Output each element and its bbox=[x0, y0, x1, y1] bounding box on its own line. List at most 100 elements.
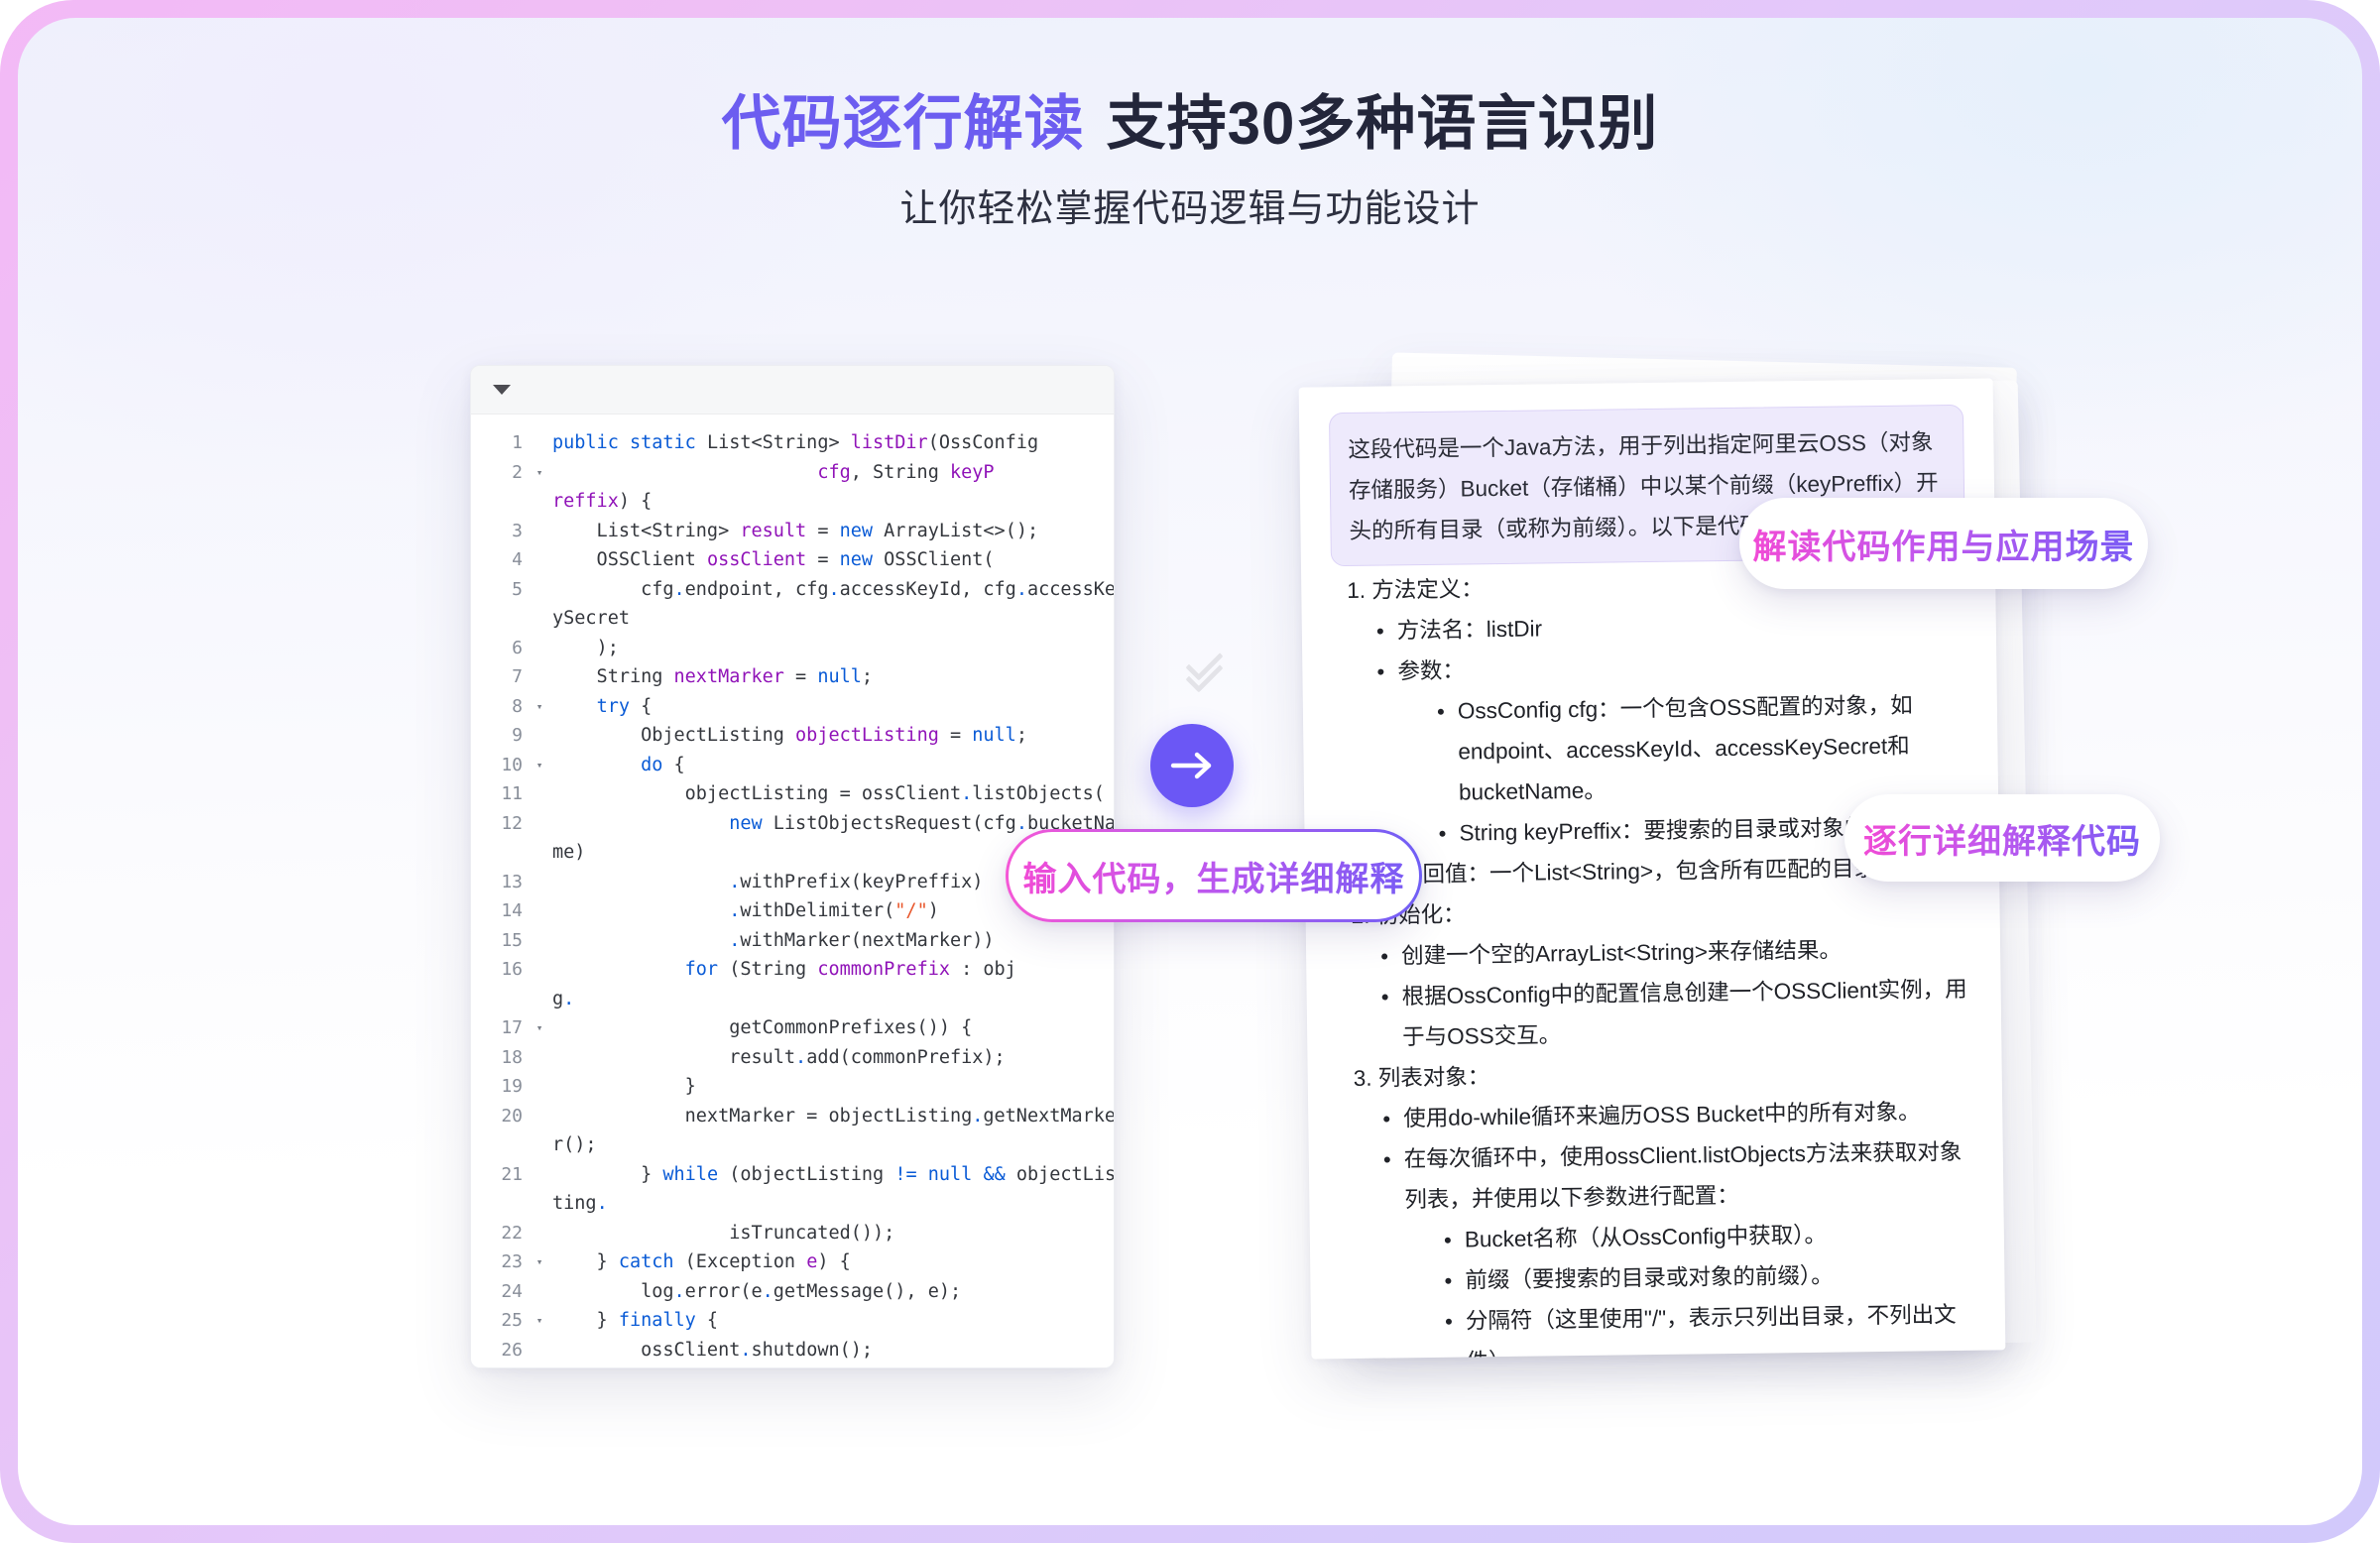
code-line-text: public static List<String> listDir(OssCo… bbox=[552, 432, 1039, 453]
code-line-text: cfg, String keyP bbox=[817, 461, 995, 483]
code-line-number: 3 bbox=[512, 520, 523, 541]
explanation-list: 使用do-while循环来遍历OSS Bucket中的所有对象。 在每次循环中，使… bbox=[1338, 1091, 1978, 1360]
code-line-number: 9 bbox=[512, 725, 523, 746]
code-line-text: isTruncated()); bbox=[552, 1222, 895, 1244]
code-line: 16 for (String commonPrefix : obj bbox=[471, 955, 1114, 985]
code-line: 23 ▾ } catch (Exception e) { bbox=[471, 1247, 1114, 1277]
code-fold-toggle-icon[interactable]: ▾ bbox=[529, 751, 550, 780]
double-chevron-down-icon bbox=[1180, 643, 1226, 693]
code-line: 12 new ListObjectsRequest(cfg.bucketNa bbox=[471, 809, 1114, 839]
code-line: 3 List<String> result = new ArrayList<>(… bbox=[471, 517, 1114, 546]
code-line-number: 5 bbox=[512, 578, 523, 600]
code-line-text: result.add(commonPrefix); bbox=[552, 1046, 1006, 1068]
code-line-text: List<String> result = new ArrayList<>(); bbox=[552, 520, 1039, 541]
code-line-number: 18 bbox=[501, 1046, 523, 1068]
code-line: g. bbox=[471, 985, 1114, 1014]
convert-arrow-button[interactable] bbox=[1150, 724, 1234, 807]
code-line-number: 7 bbox=[512, 666, 523, 687]
code-line-text: getCommonPrefixes()) { bbox=[552, 1017, 973, 1038]
code-line-text: ySecret bbox=[552, 608, 630, 629]
code-line-number: 4 bbox=[512, 549, 523, 570]
code-line-number: 20 bbox=[501, 1105, 523, 1127]
badge-line-by-line: 逐行详细解释代码 bbox=[1844, 794, 2160, 882]
code-line: 20 nextMarker = objectListing.getNextMar… bbox=[471, 1102, 1114, 1131]
badge-explain-role-label: 解读代码作用与应用场景 bbox=[1753, 520, 2135, 568]
code-line: 10 ▾ do { bbox=[471, 751, 1114, 780]
code-line: 8 ▾ try { bbox=[471, 692, 1114, 722]
code-line-text: for (String commonPrefix : obj bbox=[684, 959, 1016, 980]
badge-input-code: 输入代码，生成详细解释 bbox=[1006, 829, 1422, 922]
code-line: 1 public static List<String> listDir(OssC… bbox=[471, 428, 1114, 458]
page-frame: 代码逐行解读 支持30多种语言识别 让你轻松掌握代码逻辑与功能设计 1 public… bbox=[0, 0, 2380, 1543]
code-line-number: 10 bbox=[501, 754, 523, 775]
code-line-number: 24 bbox=[501, 1280, 523, 1302]
code-line: ting. bbox=[471, 1189, 1114, 1219]
explanation-sublist: Bucket名称（从OssConfig中获取）。 前缀（要搜索的目录或对象的前缀）… bbox=[1405, 1213, 1977, 1360]
code-line: 11 objectListing = ossClient.listObjects… bbox=[471, 779, 1114, 809]
code-line-number: 8 bbox=[512, 695, 523, 717]
code-line-text: } bbox=[552, 1076, 696, 1097]
code-line: reffix) { bbox=[471, 487, 1114, 517]
explanation-list-item: 在每次循环中，使用ossClient.listObjects方法来获取对象列表，… bbox=[1382, 1131, 1977, 1360]
code-line: 15 .withMarker(nextMarker)) bbox=[471, 926, 1114, 956]
code-line-number: 21 bbox=[501, 1163, 523, 1185]
code-line-text: r(); bbox=[552, 1134, 597, 1155]
code-fold-toggle-icon[interactable]: ▾ bbox=[529, 1247, 550, 1277]
code-line: 19 } bbox=[471, 1072, 1114, 1102]
illustration-stage: 1 public static List<String> listDir(OssC… bbox=[18, 18, 2362, 1525]
arrow-right-icon bbox=[1169, 751, 1215, 780]
code-line: 2 ▾ cfg, String keyP bbox=[471, 458, 1114, 488]
code-fold-toggle-icon[interactable]: ▾ bbox=[529, 458, 550, 488]
code-line: 4 OSSClient ossClient = new OSSClient( bbox=[471, 545, 1114, 575]
code-line-number: 22 bbox=[501, 1222, 523, 1244]
explanation-sections: 1. 方法定义： 方法名：listDir 参数： OssConfig cfg：一个包含… bbox=[1331, 558, 1978, 1360]
badge-input-code-label: 输入代码，生成详细解释 bbox=[1023, 852, 1405, 900]
code-line-number: 16 bbox=[501, 959, 523, 980]
code-line: 25 ▾ } finally { bbox=[471, 1306, 1114, 1336]
code-line-number: 14 bbox=[501, 900, 523, 921]
explanation-sublist-item: 前缀（要搜索的目录或对象的前缀）。 bbox=[1443, 1253, 1974, 1301]
code-line: ySecret bbox=[471, 604, 1114, 634]
explanation-list: 创建一个空的ArrayList<String>来存储结果。 根据OssConfig… bbox=[1336, 928, 1972, 1058]
code-line: 26 ossClient.shutdown(); bbox=[471, 1336, 1114, 1365]
code-line: 22 isTruncated()); bbox=[471, 1219, 1114, 1248]
code-fold-toggle-icon[interactable]: ▾ bbox=[529, 1306, 550, 1336]
code-line-text: } while (objectListing != null && object… bbox=[552, 1163, 1114, 1185]
code-line-number: 23 bbox=[501, 1251, 523, 1272]
badge-explain-role: 解读代码作用与应用场景 bbox=[1739, 498, 2148, 589]
code-line-text: new ListObjectsRequest(cfg.bucketNa bbox=[729, 812, 1114, 834]
code-line-text: } finally { bbox=[552, 1310, 719, 1331]
code-line: 7 String nextMarker = null; bbox=[471, 662, 1114, 692]
code-fold-toggle-icon[interactable]: ▾ bbox=[529, 692, 550, 722]
explanation-sublist-item: Bucket名称（从OssConfig中获取）。 bbox=[1443, 1213, 1974, 1260]
code-line: 9 ObjectListing objectListing = null; bbox=[471, 721, 1114, 751]
code-line-number: 2 bbox=[512, 461, 523, 483]
code-line: 21 } while (objectListing != null && obj… bbox=[471, 1160, 1114, 1190]
code-line: 24 log.error(e.getMessage(), e); bbox=[471, 1277, 1114, 1307]
code-line-text: g. bbox=[552, 988, 575, 1009]
code-line-text: objectListing = ossClient.listObjects( bbox=[552, 783, 1105, 804]
code-line-number: 25 bbox=[501, 1310, 523, 1331]
code-line-number: 1 bbox=[512, 432, 523, 453]
code-line: 27 } bbox=[471, 1365, 1114, 1367]
code-line-text: OSSClient ossClient = new OSSClient( bbox=[552, 549, 995, 570]
code-line-number: 15 bbox=[501, 929, 523, 951]
code-line-number: 6 bbox=[512, 637, 523, 658]
code-line-number: 27 bbox=[471, 1365, 529, 1367]
code-line-number: 19 bbox=[501, 1076, 523, 1097]
code-editor-toolbar bbox=[471, 366, 1114, 415]
explanation-list-item: 根据OssConfig中的配置信息创建一个OSSClient实例，用于与OSS交… bbox=[1379, 969, 1971, 1058]
code-line: 17 ▾ getCommonPrefixes()) { bbox=[471, 1013, 1114, 1043]
code-line-number: 26 bbox=[501, 1339, 523, 1361]
code-line-number: 13 bbox=[501, 871, 523, 892]
code-line: 5 cfg.endpoint, cfg.accessKeyId, cfg.acc… bbox=[471, 575, 1114, 605]
code-line-text: reffix) { bbox=[552, 491, 653, 512]
code-fold-toggle-icon[interactable]: ▾ bbox=[529, 1013, 550, 1043]
code-line-text: ting. bbox=[552, 1193, 608, 1214]
page-canvas: 代码逐行解读 支持30多种语言识别 让你轻松掌握代码逻辑与功能设计 1 public… bbox=[18, 18, 2362, 1525]
caret-down-icon[interactable] bbox=[493, 385, 511, 395]
badge-line-by-line-label: 逐行详细解释代码 bbox=[1863, 814, 2141, 863]
code-line-text: do { bbox=[641, 754, 685, 775]
code-line-text: String nextMarker = null; bbox=[552, 666, 874, 687]
code-line-number: 17 bbox=[501, 1017, 523, 1038]
